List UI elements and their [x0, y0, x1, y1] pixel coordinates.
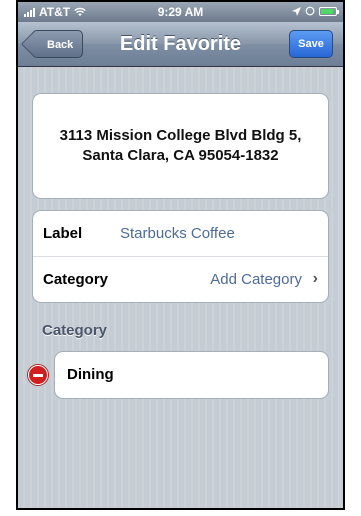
- address-card: 3113 Mission College Blvd Bldg 5, Santa …: [32, 93, 329, 199]
- address-text: 3113 Mission College Blvd Bldg 5, Santa …: [60, 126, 302, 166]
- status-right: [292, 6, 339, 16]
- battery-icon: [319, 6, 339, 16]
- device-frame: AT&T 9:29 AM Back Edit Favorite Save 311…: [16, 0, 345, 510]
- address-line2: Santa Clara, CA 95054-1832: [82, 147, 279, 164]
- save-button[interactable]: Save: [289, 30, 333, 58]
- navigation-bar: Back Edit Favorite Save: [18, 22, 343, 67]
- alarm-icon: [305, 6, 315, 16]
- category-item-label: Dining: [67, 366, 114, 383]
- location-arrow-icon: [292, 6, 301, 16]
- category-item[interactable]: Dining: [54, 351, 329, 399]
- delete-circle-icon[interactable]: [28, 365, 48, 385]
- category-row[interactable]: Category Add Category ›: [33, 256, 328, 302]
- label-key: Label: [43, 225, 83, 242]
- address-line1: 3113 Mission College Blvd Bldg 5,: [59, 127, 302, 144]
- chevron-right-icon: ›: [312, 270, 318, 287]
- category-section-header: Category: [42, 322, 108, 339]
- add-category-link[interactable]: Add Category: [210, 271, 302, 288]
- status-bar: AT&T 9:29 AM: [18, 2, 343, 22]
- label-row[interactable]: Label Starbucks Coffee: [33, 211, 328, 256]
- details-group: Label Starbucks Coffee Category Add Cate…: [32, 210, 329, 303]
- label-value[interactable]: Starbucks Coffee: [120, 225, 235, 242]
- content-area: 3113 Mission College Blvd Bldg 5, Santa …: [18, 67, 343, 508]
- category-key: Category: [43, 271, 109, 288]
